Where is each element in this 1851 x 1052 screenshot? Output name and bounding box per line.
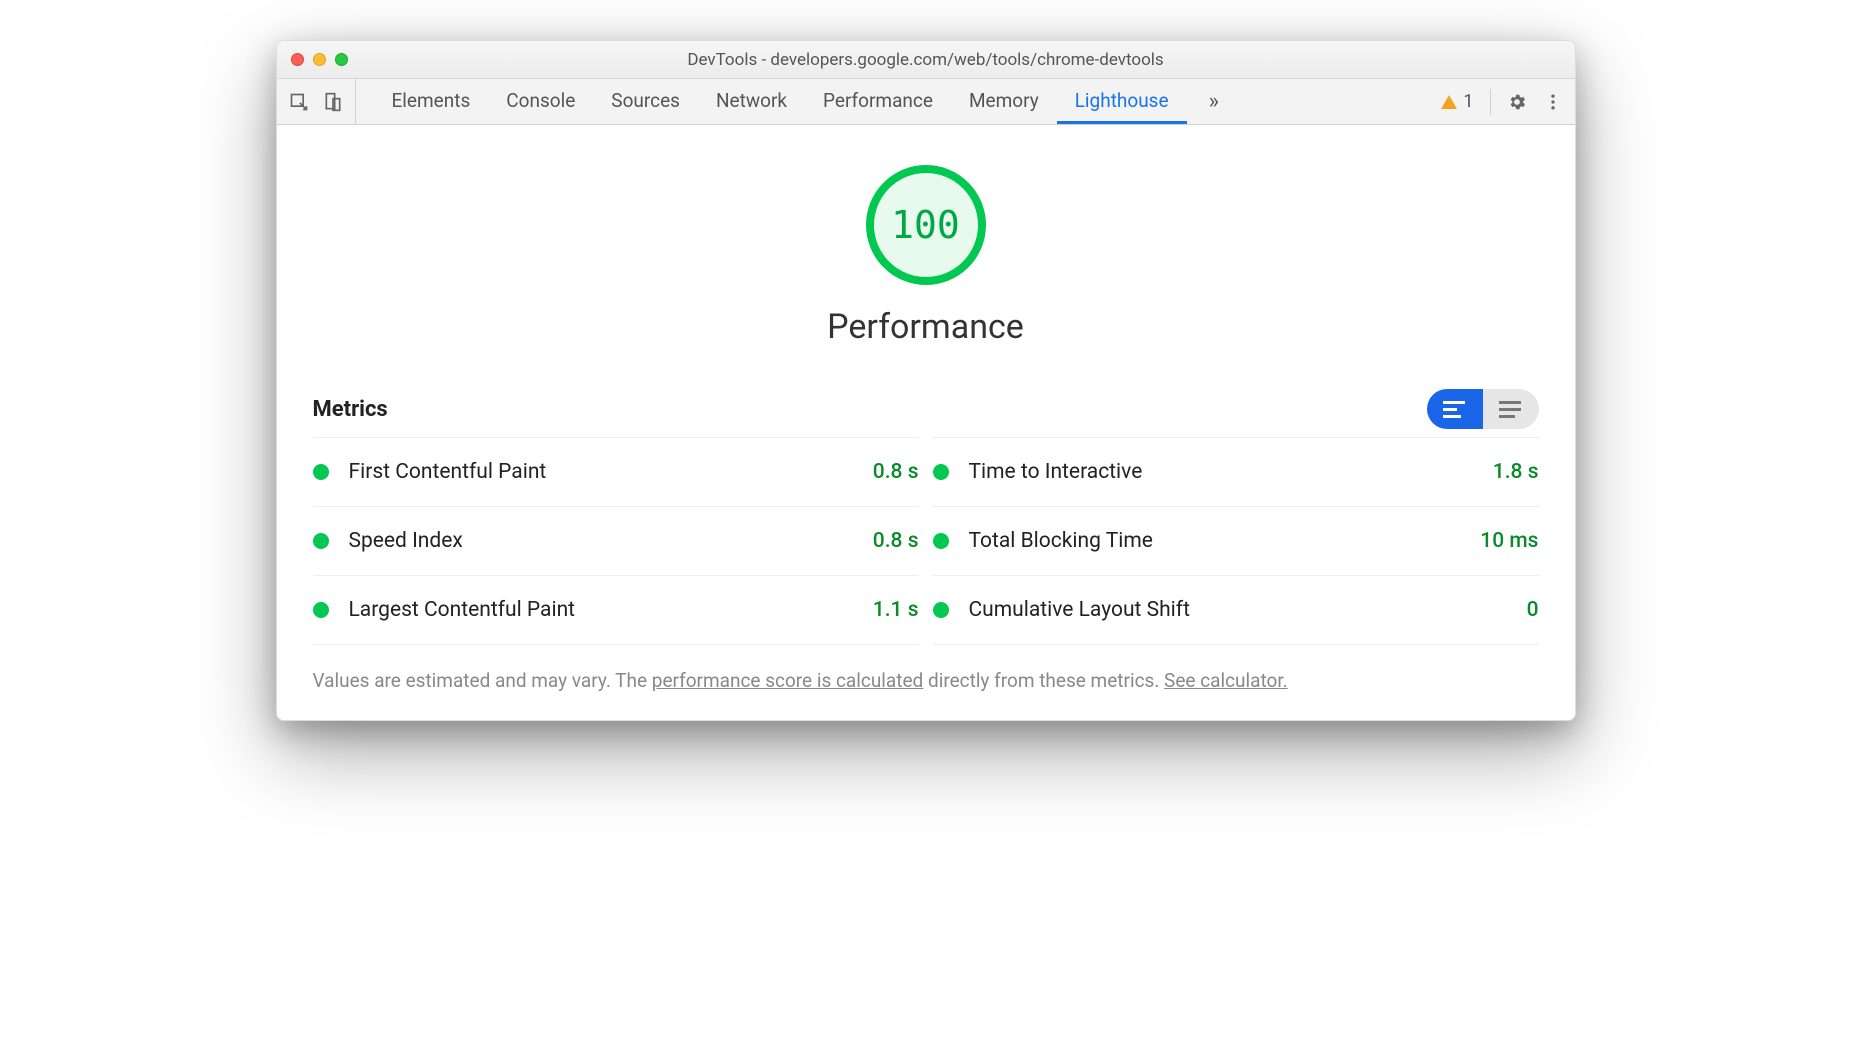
toolbar-right: 1: [1435, 89, 1562, 115]
tab-memory[interactable]: Memory: [951, 79, 1057, 124]
metric-value: 0.8 s: [873, 529, 919, 553]
inspect-tools-group: [289, 79, 356, 124]
metric-value: 1.8 s: [1493, 460, 1539, 484]
footer-link-score-calc[interactable]: performance score is calculated: [652, 669, 923, 692]
status-dot-good: [933, 602, 949, 618]
tab-label: Network: [716, 89, 787, 112]
gear-icon: [1507, 92, 1527, 112]
metric-name: First Contentful Paint: [349, 460, 873, 484]
metrics-footer-note: Values are estimated and may vary. The p…: [313, 669, 1539, 692]
footer-text: Values are estimated and may vary. The: [313, 669, 652, 692]
metric-name: Total Blocking Time: [969, 529, 1481, 553]
category-title: Performance: [827, 307, 1024, 347]
status-dot-good: [313, 464, 329, 480]
maximize-window-button[interactable]: [335, 53, 348, 66]
tab-label: Console: [506, 89, 575, 112]
metrics-grid: First Contentful Paint 0.8 s Time to Int…: [313, 437, 1539, 645]
metric-name: Largest Contentful Paint: [349, 598, 873, 622]
metric-value: 0.8 s: [873, 460, 919, 484]
view-toggle-expanded[interactable]: [1483, 389, 1539, 429]
inspect-element-icon[interactable]: [289, 92, 309, 112]
metric-value: 10 ms: [1480, 529, 1538, 553]
metric-row[interactable]: Largest Contentful Paint 1.1 s: [313, 575, 919, 645]
score-value: 100: [891, 203, 960, 247]
issues-badge[interactable]: 1: [1441, 91, 1473, 112]
metric-value: 1.1 s: [873, 598, 919, 622]
metric-name: Cumulative Layout Shift: [969, 598, 1527, 622]
close-window-button[interactable]: [291, 53, 304, 66]
metric-name: Time to Interactive: [969, 460, 1493, 484]
device-toolbar-icon[interactable]: [323, 92, 343, 112]
tab-label: Elements: [392, 89, 471, 112]
status-dot-good: [933, 464, 949, 480]
metric-row[interactable]: Cumulative Layout Shift 0: [933, 575, 1539, 645]
metrics-header: Metrics: [313, 389, 1539, 429]
tab-label: Memory: [969, 89, 1039, 112]
tab-network[interactable]: Network: [698, 79, 805, 124]
chevron-double-right-icon: »: [1209, 89, 1219, 114]
lighthouse-panel: 100 Performance Metrics First Contentful…: [277, 125, 1575, 720]
tab-label: Performance: [823, 89, 933, 112]
metric-row[interactable]: Speed Index 0.8 s: [313, 506, 919, 575]
tab-label: Lighthouse: [1075, 89, 1169, 112]
tab-lighthouse[interactable]: Lighthouse: [1057, 79, 1187, 124]
warning-icon: [1441, 95, 1457, 109]
tab-console[interactable]: Console: [488, 79, 593, 124]
kebab-menu-button[interactable]: [1543, 92, 1563, 112]
metric-row[interactable]: Time to Interactive 1.8 s: [933, 437, 1539, 506]
footer-link-see-calculator[interactable]: See calculator.: [1164, 669, 1288, 692]
devtools-window: DevTools - developers.google.com/web/too…: [276, 40, 1576, 721]
status-dot-good: [313, 602, 329, 618]
bars-icon: [1499, 400, 1523, 418]
settings-button[interactable]: [1507, 92, 1527, 112]
tab-label: Sources: [611, 89, 680, 112]
window-title: DevTools - developers.google.com/web/too…: [277, 50, 1575, 70]
metrics-heading: Metrics: [313, 397, 388, 422]
warning-count: 1: [1463, 91, 1473, 112]
more-vert-icon: [1543, 92, 1563, 112]
minimize-window-button[interactable]: [313, 53, 326, 66]
footer-text: directly from these metrics.: [923, 669, 1164, 692]
status-dot-good: [313, 533, 329, 549]
devtools-tabbar: Elements Console Sources Network Perform…: [277, 79, 1575, 125]
traffic-lights: [291, 53, 348, 66]
score-section: 100 Performance: [313, 165, 1539, 347]
tab-performance[interactable]: Performance: [805, 79, 951, 124]
view-toggle-condensed[interactable]: [1427, 389, 1483, 429]
separator: [1490, 89, 1491, 115]
metric-row[interactable]: First Contentful Paint 0.8 s: [313, 437, 919, 506]
metric-row[interactable]: Total Blocking Time 10 ms: [933, 506, 1539, 575]
status-dot-good: [933, 533, 949, 549]
tab-elements[interactable]: Elements: [374, 79, 489, 124]
metrics-view-toggle: [1427, 389, 1539, 429]
tab-sources[interactable]: Sources: [593, 79, 698, 124]
window-titlebar: DevTools - developers.google.com/web/too…: [277, 41, 1575, 79]
bars-left-icon: [1443, 400, 1467, 418]
more-tabs-button[interactable]: »: [1195, 89, 1233, 114]
performance-score-gauge[interactable]: 100: [866, 165, 986, 285]
metric-value: 0: [1527, 598, 1539, 622]
panel-tabs: Elements Console Sources Network Perform…: [374, 79, 1187, 124]
metric-name: Speed Index: [349, 529, 873, 553]
